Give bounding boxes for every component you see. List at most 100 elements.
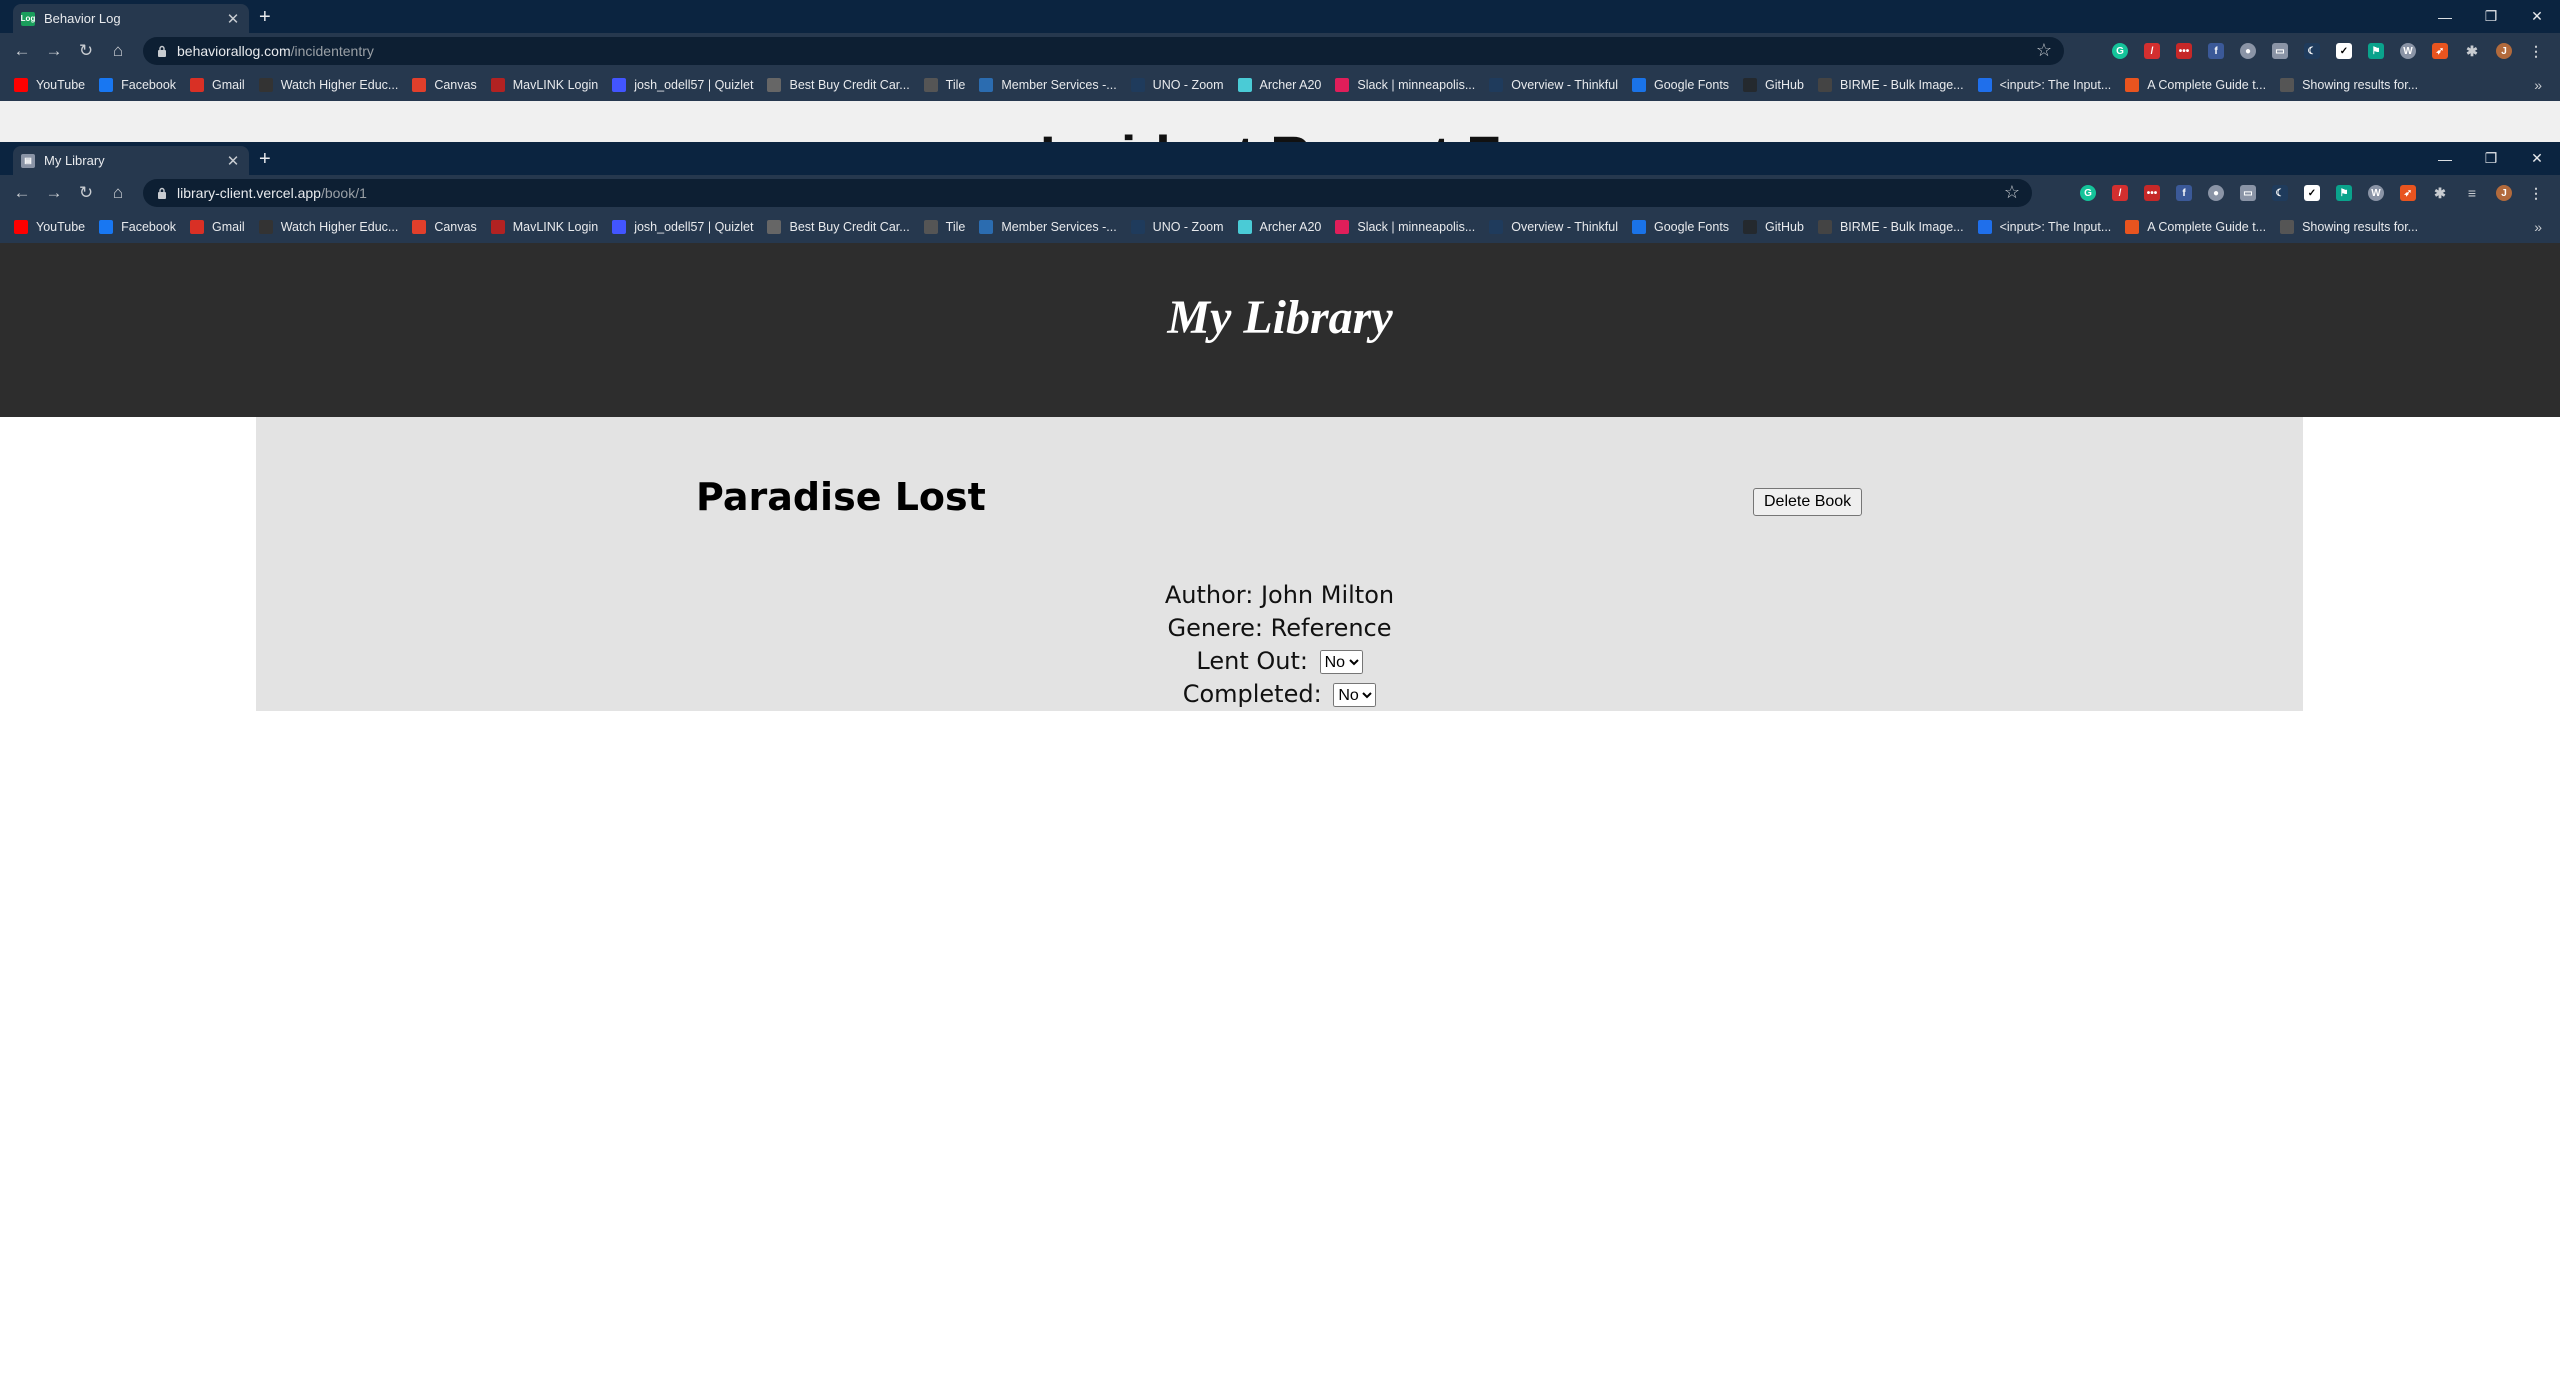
moon-extension-icon[interactable]: ☾ xyxy=(2272,185,2288,201)
checkmark-extension-icon[interactable]: ✓ xyxy=(2304,185,2320,201)
bookmark-item[interactable]: Member Services -... xyxy=(979,220,1117,234)
bookmark-item[interactable]: Member Services -... xyxy=(979,78,1117,92)
bookmark-item[interactable]: MavLINK Login xyxy=(490,220,598,234)
bookmark-item[interactable]: Slack | minneapolis... xyxy=(1335,78,1475,92)
forward-icon[interactable]: → xyxy=(38,35,70,67)
bookmark-item[interactable]: A Complete Guide t... xyxy=(2125,220,2266,234)
home-icon[interactable]: ⌂ xyxy=(102,177,134,209)
bookmark-item[interactable]: Archer A20 xyxy=(1237,78,1321,92)
bookmark-item[interactable]: Showing results for... xyxy=(2280,78,2418,92)
facebook-extension-icon[interactable]: f xyxy=(2208,43,2224,59)
clipboard-extension-icon[interactable]: ▭ xyxy=(2272,43,2288,59)
restore-icon[interactable]: ❐ xyxy=(2468,0,2514,33)
bookmark-item[interactable]: UNO - Zoom xyxy=(1130,78,1224,92)
bookmark-item[interactable]: Showing results for... xyxy=(2280,220,2418,234)
bookmark-item[interactable]: BIRME - Bulk Image... xyxy=(1817,220,1964,234)
bookmark-item[interactable]: Tile xyxy=(923,220,965,234)
rocket-extension-icon[interactable]: ➶ xyxy=(2400,185,2416,201)
reading-list-icon[interactable]: ≡ xyxy=(2464,185,2480,201)
bookmark-item[interactable]: Google Fonts xyxy=(1632,78,1729,92)
bookmark-item[interactable]: Canvas xyxy=(412,78,477,92)
bookmark-item[interactable]: Slack | minneapolis... xyxy=(1335,220,1475,234)
clipboard-extension-icon[interactable]: ▭ xyxy=(2240,185,2256,201)
profile-avatar-icon[interactable]: J xyxy=(2496,185,2512,201)
close-window-icon[interactable]: ✕ xyxy=(2514,0,2560,33)
bookmark-item[interactable]: GitHub xyxy=(1743,78,1804,92)
wordpress-extension-icon[interactable]: W xyxy=(2368,185,2384,201)
more-bookmarks-icon[interactable]: » xyxy=(2534,219,2542,235)
new-tab-button[interactable]: + xyxy=(259,6,271,33)
bookmark-item[interactable]: Facebook xyxy=(99,78,176,92)
bookmark-item[interactable]: Facebook xyxy=(99,220,176,234)
pdf-extension-icon[interactable]: / xyxy=(2112,185,2128,201)
address-bar[interactable]: library-client.vercel.app/book/1 ☆ xyxy=(143,179,2032,207)
home-icon[interactable]: ⌂ xyxy=(102,35,134,67)
background-tab[interactable]: Log Behavior Log ✕ xyxy=(13,4,249,33)
profile-avatar-icon[interactable]: J xyxy=(2496,43,2512,59)
bookmark-item[interactable]: Best Buy Credit Car... xyxy=(767,78,910,92)
facebook-extension-icon[interactable]: f xyxy=(2176,185,2192,201)
grammarly-extension-icon[interactable]: G xyxy=(2080,185,2096,201)
forward-icon[interactable]: → xyxy=(38,177,70,209)
bookmark-item[interactable]: Watch Higher Educ... xyxy=(258,220,398,234)
lastpass-extension-icon[interactable]: ••• xyxy=(2176,43,2192,59)
new-tab-button[interactable]: + xyxy=(259,148,271,175)
minimize-icon[interactable]: — xyxy=(2422,0,2468,33)
flag-extension-icon[interactable]: ⚑ xyxy=(2368,43,2384,59)
more-bookmarks-icon[interactable]: » xyxy=(2534,77,2542,93)
bookmark-item[interactable]: Gmail xyxy=(190,78,245,92)
bookmark-item[interactable]: Overview - Thinkful xyxy=(1489,220,1618,234)
bookmark-item[interactable]: Tile xyxy=(923,78,965,92)
moon-extension-icon[interactable]: ☾ xyxy=(2304,43,2320,59)
camera-extension-icon[interactable]: ● xyxy=(2240,43,2256,59)
flag-extension-icon[interactable]: ⚑ xyxy=(2336,185,2352,201)
foreground-tab[interactable]: ▤ My Library ✕ xyxy=(13,146,249,175)
wordpress-extension-icon[interactable]: W xyxy=(2400,43,2416,59)
checkmark-extension-icon[interactable]: ✓ xyxy=(2336,43,2352,59)
close-tab-icon[interactable]: ✕ xyxy=(223,10,243,28)
bookmark-item[interactable]: A Complete Guide t... xyxy=(2125,78,2266,92)
bookmark-item[interactable]: YouTube xyxy=(14,78,85,92)
camera-extension-icon[interactable]: ● xyxy=(2208,185,2224,201)
bookmark-item[interactable]: <input>: The Input... xyxy=(1977,220,2111,234)
bookmark-item[interactable]: Watch Higher Educ... xyxy=(258,78,398,92)
bookmark-item[interactable]: Canvas xyxy=(412,220,477,234)
puzzle-extensions-icon[interactable]: ✱ xyxy=(2464,43,2480,59)
completed-select[interactable]: No xyxy=(1333,683,1377,707)
minimize-icon[interactable]: — xyxy=(2422,142,2468,175)
browser-menu-icon[interactable]: ⋮ xyxy=(2528,185,2544,201)
bookmark-item[interactable]: Best Buy Credit Car... xyxy=(767,220,910,234)
bookmark-item[interactable]: Overview - Thinkful xyxy=(1489,78,1618,92)
tplink-icon xyxy=(1237,78,1252,92)
pdf-extension-icon[interactable]: / xyxy=(2144,43,2160,59)
bookmark-item[interactable]: GitHub xyxy=(1743,220,1804,234)
browser-menu-icon[interactable]: ⋮ xyxy=(2528,43,2544,59)
bookmark-item[interactable]: josh_odell57 | Quizlet xyxy=(612,78,753,92)
back-icon[interactable]: ← xyxy=(6,35,38,67)
delete-book-button[interactable]: Delete Book xyxy=(1753,488,1863,516)
back-icon[interactable]: ← xyxy=(6,177,38,209)
close-tab-icon[interactable]: ✕ xyxy=(223,152,243,170)
lent-out-select[interactable]: No xyxy=(1319,650,1363,674)
bookmark-star-icon[interactable]: ☆ xyxy=(2036,40,2052,61)
reload-icon[interactable]: ↻ xyxy=(70,177,102,209)
address-bar[interactable]: behaviorallog.com/incidententry ☆ xyxy=(143,37,2064,65)
close-window-icon[interactable]: ✕ xyxy=(2514,142,2560,175)
bookmark-item[interactable]: Archer A20 xyxy=(1237,220,1321,234)
bookmark-item[interactable]: <input>: The Input... xyxy=(1977,78,2111,92)
grammarly-extension-icon[interactable]: G xyxy=(2112,43,2128,59)
bookmark-item[interactable]: MavLINK Login xyxy=(490,78,598,92)
bookmark-item[interactable]: YouTube xyxy=(14,220,85,234)
bookmark-item[interactable]: BIRME - Bulk Image... xyxy=(1817,78,1964,92)
rocket-extension-icon[interactable]: ➶ xyxy=(2432,43,2448,59)
slack-icon xyxy=(1335,78,1350,92)
restore-icon[interactable]: ❐ xyxy=(2468,142,2514,175)
bookmark-item[interactable]: Gmail xyxy=(190,220,245,234)
bookmark-item[interactable]: josh_odell57 | Quizlet xyxy=(612,220,753,234)
bookmark-star-icon[interactable]: ☆ xyxy=(2004,182,2020,203)
bookmark-item[interactable]: Google Fonts xyxy=(1632,220,1729,234)
bookmark-item[interactable]: UNO - Zoom xyxy=(1130,220,1224,234)
lastpass-extension-icon[interactable]: ••• xyxy=(2144,185,2160,201)
reload-icon[interactable]: ↻ xyxy=(70,35,102,67)
puzzle-extensions-icon[interactable]: ✱ xyxy=(2432,185,2448,201)
